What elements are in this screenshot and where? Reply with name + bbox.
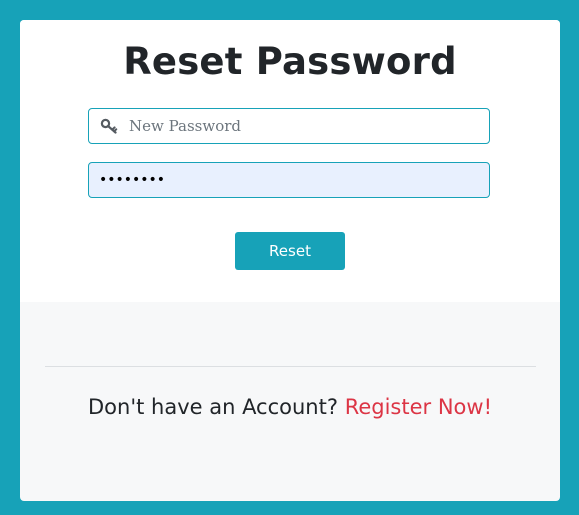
new-password-field[interactable]: [88, 108, 490, 144]
register-prompt: Don't have an Account? Register Now!: [20, 392, 560, 422]
confirm-password-field[interactable]: [88, 162, 490, 198]
key-icon: [100, 118, 118, 134]
register-prompt-text: Don't have an Account?: [88, 395, 339, 419]
reset-button[interactable]: Reset: [235, 232, 345, 270]
confirm-password-input[interactable]: [99, 163, 479, 197]
page-title: Reset Password: [123, 40, 457, 83]
form-section: Reset Password Reset: [20, 20, 560, 302]
register-link[interactable]: Register Now!: [345, 395, 492, 419]
reset-password-card: Reset Password Reset Don't have an Accou…: [20, 20, 560, 501]
divider: [45, 366, 536, 367]
new-password-input[interactable]: [129, 109, 479, 143]
